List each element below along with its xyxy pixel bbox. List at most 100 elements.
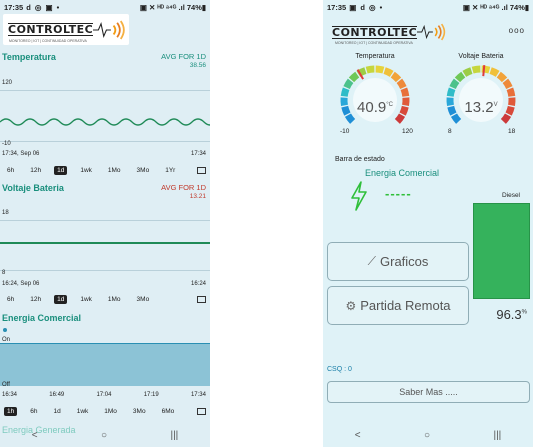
- more-options-icon[interactable]: ooo: [509, 26, 525, 35]
- energia-comercial-label: Energia Comercial: [365, 168, 440, 178]
- engine-icon: ⚙: [345, 298, 357, 313]
- gauge-segment: [348, 71, 360, 83]
- range-6h[interactable]: 6h: [4, 295, 17, 304]
- range-1wk[interactable]: 1wk: [77, 166, 95, 175]
- back-icon[interactable]: <: [32, 430, 38, 441]
- gauge-pointer: [482, 65, 486, 77]
- temperatura-range-selector: 6h 12h 1d 1wk 1Mo 3Mo 1Yr: [4, 164, 206, 176]
- energia-time: 16:49: [49, 392, 65, 398]
- range-1wk[interactable]: 1wk: [77, 295, 95, 304]
- status-bar: 17:35 ▣ d ◎ • ▣ ✕ ᴴᴰ ᵃ⁴ᴳ .ıl 74%▮: [323, 0, 533, 14]
- gridline: [0, 220, 210, 221]
- gauge-segment: [400, 87, 410, 97]
- range-6mo[interactable]: 6Mo: [159, 407, 178, 416]
- volt-gauge-value: 13.2V: [461, 99, 501, 116]
- volt-unit: V: [493, 102, 498, 108]
- gauge-segment: [462, 67, 473, 77]
- back-icon[interactable]: <: [355, 430, 361, 441]
- graficos-button[interactable]: ⟋ Graficos: [327, 242, 469, 281]
- gauge-segment: [496, 71, 508, 83]
- temperatura-y-min: -10: [2, 141, 11, 147]
- logo-tagline: MONITOREO | IOT | CONTINUIDAD OPERATIVA: [335, 41, 413, 45]
- range-1mo[interactable]: 1Mo: [101, 407, 120, 416]
- range-1d[interactable]: 1d: [54, 294, 68, 304]
- range-6h[interactable]: 6h: [4, 166, 17, 175]
- home-icon[interactable]: ○: [424, 430, 430, 441]
- gauge-segment: [343, 78, 354, 90]
- gauge-segment: [449, 78, 460, 90]
- volt-gauge-min: 8: [448, 128, 452, 135]
- voltaje-y-min: 8: [2, 270, 6, 276]
- energia-time: 17:04: [96, 392, 112, 398]
- energia-off-label: Off: [2, 382, 10, 388]
- range-12h[interactable]: 12h: [27, 166, 44, 175]
- energia-time: 16:34: [2, 392, 18, 398]
- volt-gauge-title: Voltaje Bateria: [458, 53, 504, 60]
- gauge-segment: [454, 71, 466, 83]
- range-3mo[interactable]: 3Mo: [134, 166, 153, 175]
- range-1d[interactable]: 1d: [54, 165, 68, 175]
- range-1h[interactable]: 1h: [4, 406, 18, 416]
- gauge-segment: [341, 105, 351, 116]
- energia-dot-icon: [3, 328, 7, 332]
- range-1mo[interactable]: 1Mo: [105, 166, 124, 175]
- estado-label: Barra de estado: [335, 156, 385, 163]
- range-1wk[interactable]: 1wk: [74, 407, 92, 416]
- range-3mo[interactable]: 3Mo: [130, 407, 149, 416]
- partida-remota-label: Partida Remota: [360, 298, 451, 313]
- recent-apps-icon[interactable]: |||: [170, 430, 178, 441]
- energia-chart-title: Energia Comercial: [2, 313, 82, 323]
- status-system-icons: ▣ ✕ ᴴᴰ ᵃ⁴ᴳ .ıl 74%▮: [462, 2, 529, 12]
- temperatura-time-axis: 17:34, Sep 06 17:34: [2, 151, 206, 157]
- logo-brand: CONTROLTEC: [8, 23, 94, 36]
- diesel-title: Diesel: [501, 192, 520, 199]
- gauge-segment: [394, 113, 406, 124]
- gauge-segment: [506, 87, 516, 97]
- logo-wave-icon: [93, 20, 125, 39]
- saber-mas-button[interactable]: Saber Mas .....: [327, 381, 530, 403]
- range-12h[interactable]: 12h: [27, 295, 44, 304]
- temperatura-avg-label: AVG FOR 1D: [161, 52, 206, 61]
- voltaje-avg-value: 13.21: [189, 193, 206, 200]
- left-phone-screen: 17:35 d ◎ ▣ • ▣ ✕ ᴴᴰ ᵃ⁴ᴳ .ıl 74%▮ CONTRO…: [0, 0, 210, 447]
- home-icon[interactable]: ○: [101, 430, 107, 441]
- graficos-label: Graficos: [380, 254, 429, 269]
- gauge-segment: [489, 67, 500, 77]
- voltaje-avg-label: AVG FOR 1D: [161, 183, 206, 192]
- range-1mo[interactable]: 1Mo: [105, 295, 124, 304]
- expand-icon[interactable]: [197, 407, 206, 415]
- csq-label: CSQ : 0: [327, 366, 352, 373]
- voltaje-line: [0, 242, 210, 244]
- gauge-segment: [471, 65, 481, 74]
- recent-apps-icon[interactable]: |||: [493, 430, 501, 441]
- expand-icon[interactable]: [197, 166, 206, 174]
- partida-remota-button[interactable]: ⚙ Partida Remota: [327, 286, 469, 325]
- volt-gauge: [446, 65, 516, 124]
- temp-gauge-min: -10: [340, 128, 350, 135]
- expand-icon[interactable]: [197, 295, 206, 303]
- temperatura-y-max: 120: [2, 80, 13, 86]
- gridline: [0, 270, 210, 271]
- gauge-segment: [502, 78, 513, 90]
- gauge-segment: [505, 105, 515, 116]
- gauge-segment: [365, 65, 375, 74]
- range-1yr[interactable]: 1Yr: [162, 166, 178, 175]
- gauge-segment: [390, 71, 402, 83]
- gauge-segment: [500, 113, 512, 124]
- diesel-number: 96.3: [496, 307, 522, 322]
- status-system-icons: ▣ ✕ ᴴᴰ ᵃ⁴ᴳ .ıl 74%▮: [139, 2, 206, 12]
- range-6h[interactable]: 6h: [27, 407, 40, 416]
- energia-time: 17:34: [190, 392, 206, 398]
- diesel-unit: %: [521, 309, 527, 316]
- energy-status-dashes: -----: [385, 186, 412, 201]
- range-3mo[interactable]: 3Mo: [134, 295, 153, 304]
- temp-gauge-value: 40.9°C: [355, 99, 395, 116]
- gauge-segment: [481, 65, 491, 74]
- logo-brand: CONTROLTEC: [332, 25, 418, 39]
- temp-unit: °C: [386, 102, 393, 108]
- gauge-segment: [340, 87, 350, 97]
- lightning-icon: [351, 181, 367, 211]
- temp-gauge-title: Temperatura: [355, 53, 395, 60]
- diesel-value: 96.3%: [496, 307, 527, 322]
- range-1d[interactable]: 1d: [50, 407, 63, 416]
